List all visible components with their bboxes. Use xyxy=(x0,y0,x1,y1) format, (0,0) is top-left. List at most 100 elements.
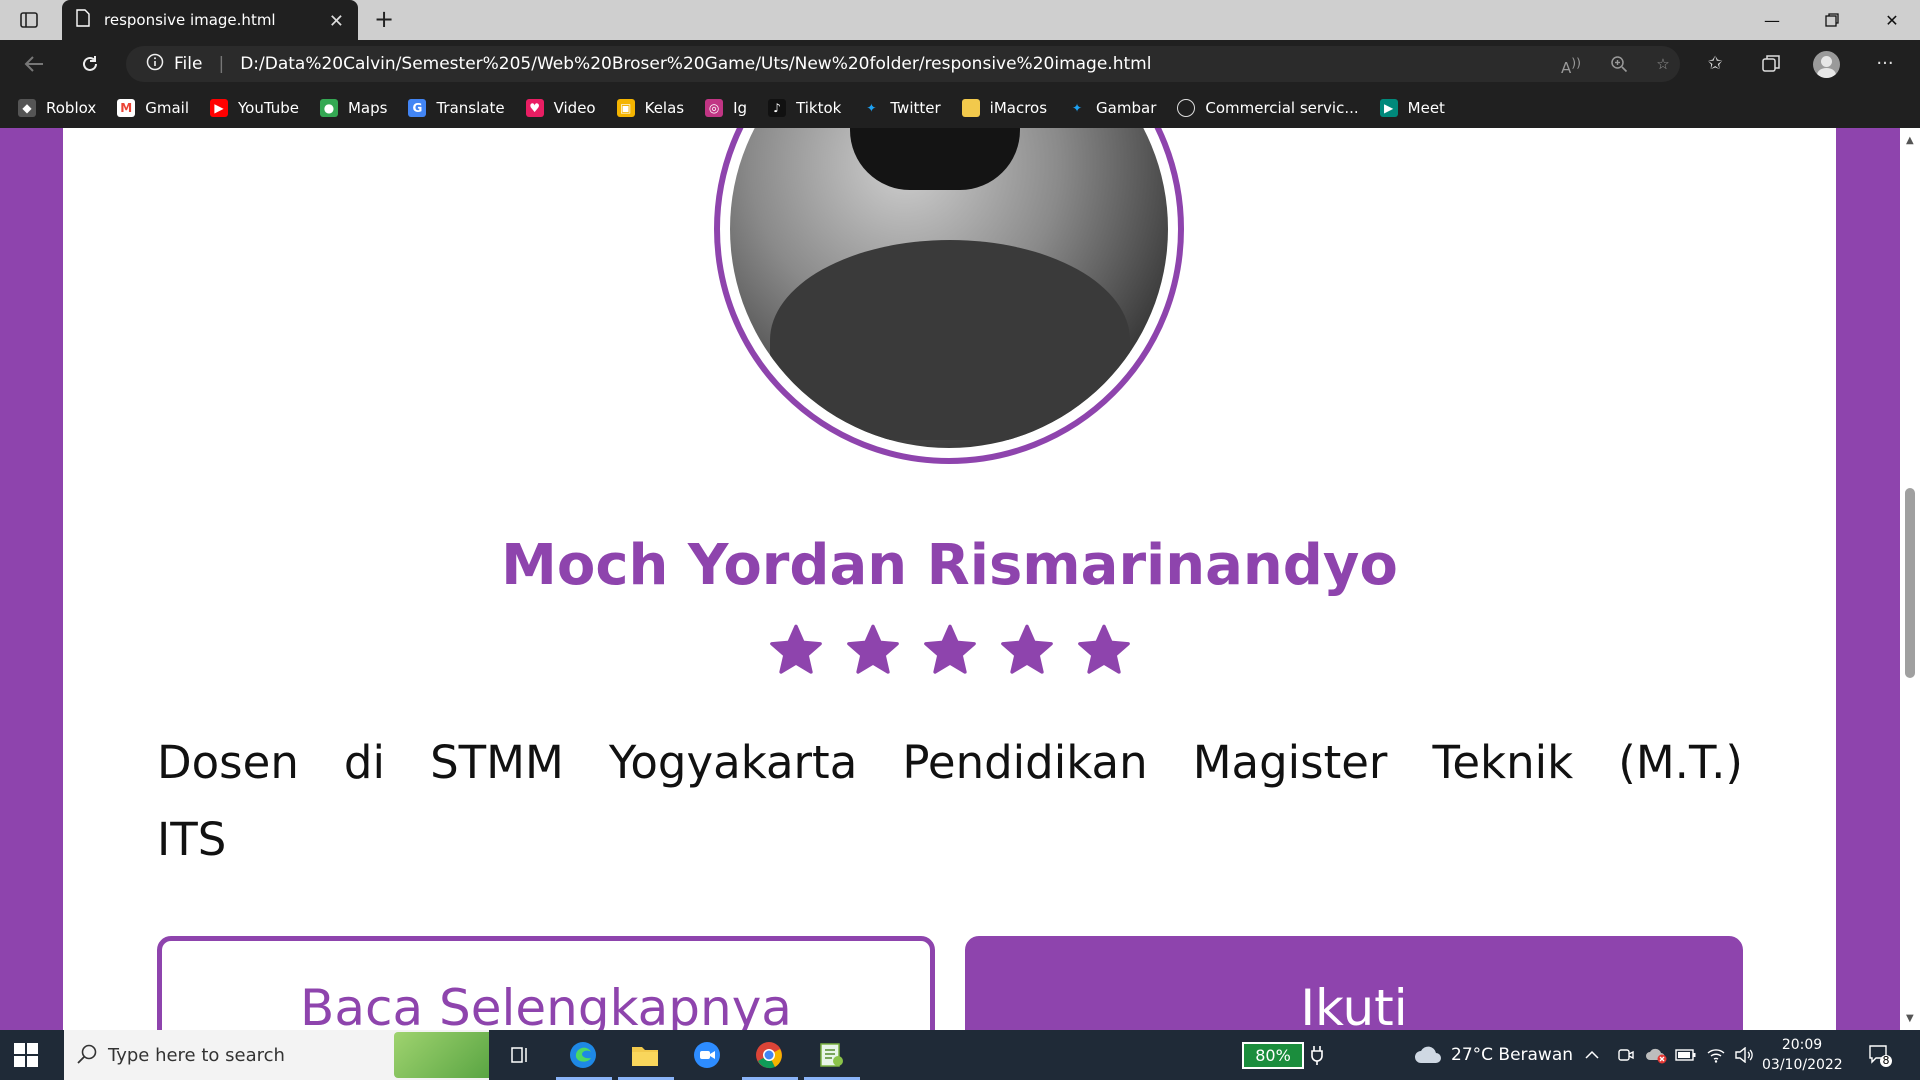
notepad-plus-icon[interactable] xyxy=(814,1038,848,1072)
collections-icon[interactable] xyxy=(1759,53,1783,77)
bookmark-label: Tiktok xyxy=(796,99,842,117)
close-window-button[interactable]: ✕ xyxy=(1864,0,1920,40)
bookmarks-bar: ◆ Roblox M Gmail ▶ YouTube ● Maps G Translate… xyxy=(0,88,1920,128)
address-bar[interactable]: File | D:/Data%20Calvin/Semester%205/Web… xyxy=(126,46,1680,82)
bookmark-video[interactable]: ♥ Video xyxy=(525,99,596,117)
bookmark-commercial[interactable]: Commercial servic... xyxy=(1177,99,1359,117)
youtube-icon: ▶ xyxy=(209,99,228,117)
clock-time: 20:09 xyxy=(1781,1037,1823,1053)
close-tab-icon[interactable]: ✕ xyxy=(329,11,344,32)
taskbar-search[interactable]: Type here to search xyxy=(64,1030,489,1080)
star-icon xyxy=(1000,624,1053,674)
follow-button[interactable]: Ikuti xyxy=(965,936,1743,1030)
scrollbar-thumb[interactable] xyxy=(1905,488,1915,678)
minimize-button[interactable]: — xyxy=(1744,0,1800,40)
bookmark-maps[interactable]: ● Maps xyxy=(319,99,388,117)
windows-start-icon[interactable] xyxy=(14,1043,38,1067)
task-view-icon[interactable] xyxy=(503,1038,537,1072)
system-clock[interactable]: 20:09 03/10/2022 xyxy=(1762,1035,1843,1075)
meet-icon: ▶ xyxy=(1379,99,1398,117)
twitter-icon: ✦ xyxy=(866,101,877,115)
onedrive-error-icon[interactable] xyxy=(1643,1038,1669,1072)
bookmark-gmail[interactable]: M Gmail xyxy=(117,99,189,117)
bookmark-label: YouTube xyxy=(237,99,299,117)
bookmark-gambar[interactable]: ✦ Gambar xyxy=(1068,99,1156,117)
roblox-icon: ◆ xyxy=(18,99,36,117)
refresh-button[interactable] xyxy=(74,48,106,80)
bookmark-label: iMacros xyxy=(989,99,1048,117)
read-aloud-icon[interactable]: A)) xyxy=(1560,55,1582,77)
bookmark-label: Twitter xyxy=(890,99,941,117)
profile-avatar[interactable] xyxy=(1813,51,1840,78)
browser-toolbar: File | D:/Data%20Calvin/Semester%205/Web… xyxy=(0,40,1920,88)
bookmark-label: Kelas xyxy=(644,99,685,117)
tab-active[interactable]: responsive image.html ✕ xyxy=(62,0,358,40)
photo-shirt xyxy=(770,240,1130,440)
restore-button[interactable] xyxy=(1804,0,1860,40)
bookmark-label: Translate xyxy=(436,99,505,117)
back-button[interactable] xyxy=(18,48,50,80)
profile-card: Moch Yordan Rismarinandyo Dosen di STMM … xyxy=(63,128,1836,1030)
scroll-down-icon[interactable]: ▼ xyxy=(1906,1013,1914,1024)
tab-title: responsive image.html xyxy=(104,11,276,29)
photo-mask xyxy=(850,128,1020,190)
bookmark-imacros[interactable]: iMacros xyxy=(961,99,1048,117)
vertical-scrollbar[interactable]: ▲ ▼ xyxy=(1900,128,1920,1030)
clock-date: 03/10/2022 xyxy=(1762,1057,1843,1073)
more-options-icon[interactable]: ··· xyxy=(1873,53,1897,77)
add-favorite-icon[interactable]: ☆ xyxy=(1652,55,1674,75)
star-icon xyxy=(769,624,822,674)
address-separator: | xyxy=(218,54,225,74)
weather-text[interactable]: 27°C Berawan xyxy=(1451,1045,1573,1065)
tiktok-icon: ♪ xyxy=(768,99,787,117)
bookmark-roblox[interactable]: ◆ Roblox xyxy=(18,99,96,117)
battery-indicator[interactable]: 80% xyxy=(1242,1042,1304,1069)
bookmark-translate[interactable]: G Translate xyxy=(408,99,505,117)
profile-photo xyxy=(730,128,1168,448)
volume-icon[interactable] xyxy=(1731,1038,1757,1072)
bookmark-ig[interactable]: ◎ Ig xyxy=(705,99,747,117)
zoom-icon[interactable] xyxy=(1608,55,1630,75)
battery-tray-icon[interactable] xyxy=(1673,1038,1699,1072)
twitter-icon: ✦ xyxy=(1072,101,1083,115)
bookmark-kelas[interactable]: ▣ Kelas xyxy=(616,99,685,117)
bookmark-label: Video xyxy=(553,99,596,117)
bookmark-label: Gambar xyxy=(1096,99,1157,117)
video-icon: ♥ xyxy=(525,99,544,117)
info-icon[interactable] xyxy=(146,53,164,76)
star-icon xyxy=(923,624,976,674)
url-text[interactable]: D:/Data%20Calvin/Semester%205/Web%20Bros… xyxy=(240,54,1151,74)
meet-now-icon[interactable] xyxy=(1614,1038,1638,1072)
new-tab-button[interactable]: + xyxy=(370,6,398,34)
bookmark-youtube[interactable]: ▶ YouTube xyxy=(209,99,299,117)
instagram-icon: ◎ xyxy=(705,99,724,117)
wifi-icon[interactable] xyxy=(1703,1038,1729,1072)
search-placeholder: Type here to search xyxy=(108,1044,285,1066)
tab-actions-icon[interactable] xyxy=(14,8,44,32)
gmail-icon: M xyxy=(117,99,136,117)
chevron-up-icon[interactable] xyxy=(1580,1038,1604,1072)
favorites-icon[interactable]: ✩ xyxy=(1703,53,1727,77)
bookmark-label: Meet xyxy=(1407,99,1445,117)
bookmark-meet[interactable]: ▶ Meet xyxy=(1379,99,1445,117)
bookmark-label: Gmail xyxy=(145,99,189,117)
star-icon xyxy=(846,624,899,674)
search-highlight-art-icon xyxy=(394,1032,489,1078)
scroll-up-icon[interactable]: ▲ xyxy=(1906,135,1914,146)
bookmark-label: Roblox xyxy=(46,99,97,117)
classroom-icon: ▣ xyxy=(616,99,635,117)
bookmark-twitter[interactable]: ✦ Twitter xyxy=(862,99,940,117)
notification-icon[interactable]: 8 xyxy=(1867,1042,1893,1068)
bookmark-label: Maps xyxy=(347,99,388,117)
file-explorer-icon[interactable] xyxy=(628,1038,662,1072)
star-icon xyxy=(1077,624,1130,674)
bookmark-label: Ig xyxy=(733,99,748,117)
page-viewport: Moch Yordan Rismarinandyo Dosen di STMM … xyxy=(0,128,1920,1030)
bookmark-tiktok[interactable]: ♪ Tiktok xyxy=(768,99,841,117)
read-more-button[interactable]: Baca Selengkapnya xyxy=(157,936,935,1030)
chrome-icon[interactable] xyxy=(752,1038,786,1072)
zoom-app-icon[interactable] xyxy=(690,1038,724,1072)
maps-icon: ● xyxy=(319,99,338,117)
edge-taskbar-icon[interactable] xyxy=(566,1038,600,1072)
cloud-weather-icon[interactable] xyxy=(1410,1038,1446,1072)
